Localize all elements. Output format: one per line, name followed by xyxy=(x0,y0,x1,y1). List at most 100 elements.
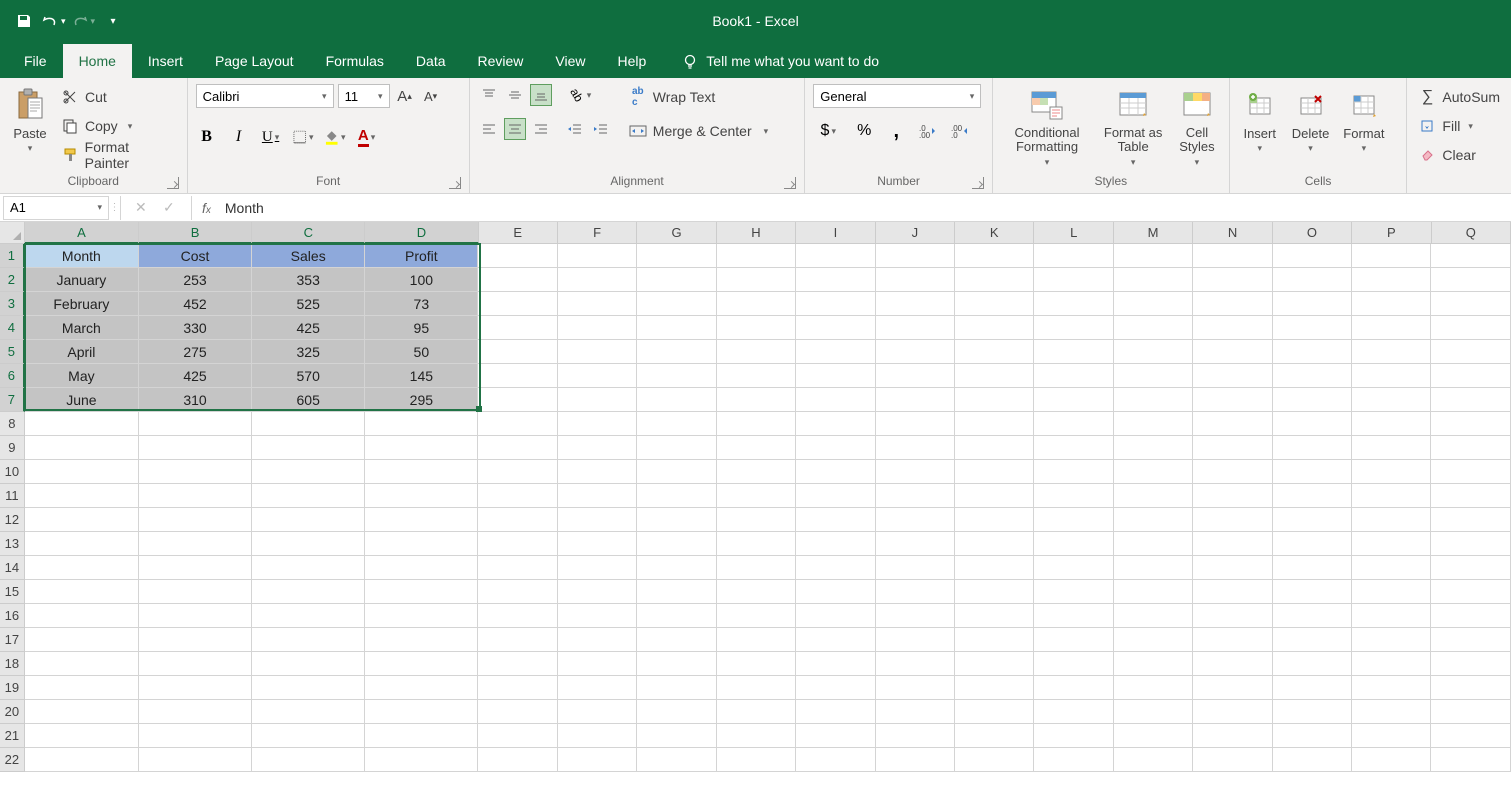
cell-D9[interactable] xyxy=(365,436,478,460)
cell-G4[interactable] xyxy=(637,316,716,340)
cell-K19[interactable] xyxy=(955,676,1034,700)
cell-A10[interactable] xyxy=(25,460,139,484)
select-all-corner[interactable] xyxy=(0,222,25,244)
cell-K1[interactable] xyxy=(955,244,1034,268)
cell-N22[interactable] xyxy=(1193,748,1272,772)
cell-A21[interactable] xyxy=(25,724,139,748)
cell-N2[interactable] xyxy=(1193,268,1272,292)
col-header-G[interactable]: G xyxy=(637,222,716,244)
cell-F2[interactable] xyxy=(558,268,637,292)
align-left-button[interactable] xyxy=(478,118,500,140)
cell-K15[interactable] xyxy=(955,580,1034,604)
cell-I13[interactable] xyxy=(796,532,875,556)
autosum-button[interactable]: ∑AutoSum xyxy=(1415,84,1503,110)
cell-A7[interactable]: June xyxy=(25,388,139,412)
tab-view[interactable]: View xyxy=(539,44,601,78)
cell-B6[interactable]: 425 xyxy=(139,364,252,388)
tab-file[interactable]: File xyxy=(8,44,63,78)
paste-button[interactable]: Paste ▾ xyxy=(8,84,52,156)
cell-F4[interactable] xyxy=(558,316,637,340)
decrease-decimal-button[interactable]: .00.0 xyxy=(949,120,971,142)
cell-O9[interactable] xyxy=(1273,436,1352,460)
cell-Q20[interactable] xyxy=(1431,700,1510,724)
cell-H13[interactable] xyxy=(717,532,796,556)
cell-F8[interactable] xyxy=(558,412,637,436)
col-header-K[interactable]: K xyxy=(955,222,1034,244)
cell-A9[interactable] xyxy=(25,436,139,460)
cell-Q1[interactable] xyxy=(1431,244,1510,268)
cell-J22[interactable] xyxy=(876,748,955,772)
cell-H7[interactable] xyxy=(717,388,796,412)
cell-I22[interactable] xyxy=(796,748,875,772)
cell-J10[interactable] xyxy=(876,460,955,484)
italic-button[interactable]: I xyxy=(228,126,250,148)
cell-E2[interactable] xyxy=(478,268,557,292)
cell-B13[interactable] xyxy=(139,532,252,556)
cell-D13[interactable] xyxy=(365,532,478,556)
cell-M3[interactable] xyxy=(1114,292,1193,316)
cell-P17[interactable] xyxy=(1352,628,1431,652)
cell-J1[interactable] xyxy=(876,244,955,268)
cell-K7[interactable] xyxy=(955,388,1034,412)
cell-A5[interactable]: April xyxy=(25,340,139,364)
cell-L1[interactable] xyxy=(1034,244,1113,268)
cell-M9[interactable] xyxy=(1114,436,1193,460)
cell-O16[interactable] xyxy=(1273,604,1352,628)
cell-F11[interactable] xyxy=(558,484,637,508)
cell-P2[interactable] xyxy=(1352,268,1431,292)
cell-E10[interactable] xyxy=(478,460,557,484)
align-center-button[interactable] xyxy=(504,118,526,140)
cell-F13[interactable] xyxy=(558,532,637,556)
cell-G12[interactable] xyxy=(637,508,716,532)
cell-C22[interactable] xyxy=(252,748,365,772)
cell-E13[interactable] xyxy=(478,532,557,556)
row-header-4[interactable]: 4 xyxy=(0,316,25,340)
cell-E14[interactable] xyxy=(478,556,557,580)
cell-L2[interactable] xyxy=(1034,268,1113,292)
cell-G8[interactable] xyxy=(637,412,716,436)
cell-M10[interactable] xyxy=(1114,460,1193,484)
cell-N20[interactable] xyxy=(1193,700,1272,724)
cell-B17[interactable] xyxy=(139,628,252,652)
cell-M17[interactable] xyxy=(1114,628,1193,652)
cell-P7[interactable] xyxy=(1352,388,1431,412)
cell-K8[interactable] xyxy=(955,412,1034,436)
border-button[interactable]: ▾ xyxy=(292,126,314,148)
cell-K21[interactable] xyxy=(955,724,1034,748)
cell-M15[interactable] xyxy=(1114,580,1193,604)
cell-M21[interactable] xyxy=(1114,724,1193,748)
cell-D7[interactable]: 295 xyxy=(365,388,478,412)
cell-J17[interactable] xyxy=(876,628,955,652)
cell-Q6[interactable] xyxy=(1431,364,1510,388)
cell-A22[interactable] xyxy=(25,748,139,772)
cell-L21[interactable] xyxy=(1034,724,1113,748)
col-header-O[interactable]: O xyxy=(1273,222,1352,244)
row-header-14[interactable]: 14 xyxy=(0,556,25,580)
comma-format-button[interactable]: , xyxy=(885,120,907,142)
cell-L12[interactable] xyxy=(1034,508,1113,532)
cell-K11[interactable] xyxy=(955,484,1034,508)
cell-E17[interactable] xyxy=(478,628,557,652)
cell-G18[interactable] xyxy=(637,652,716,676)
cell-D12[interactable] xyxy=(365,508,478,532)
cell-M7[interactable] xyxy=(1114,388,1193,412)
tab-formulas[interactable]: Formulas xyxy=(310,44,400,78)
cell-E20[interactable] xyxy=(478,700,557,724)
cell-H9[interactable] xyxy=(717,436,796,460)
cell-E6[interactable] xyxy=(478,364,557,388)
cell-I9[interactable] xyxy=(796,436,875,460)
cell-M5[interactable] xyxy=(1114,340,1193,364)
cell-B22[interactable] xyxy=(139,748,252,772)
cell-G13[interactable] xyxy=(637,532,716,556)
cell-F18[interactable] xyxy=(558,652,637,676)
cell-B21[interactable] xyxy=(139,724,252,748)
cell-H8[interactable] xyxy=(717,412,796,436)
cell-I2[interactable] xyxy=(796,268,875,292)
cell-L11[interactable] xyxy=(1034,484,1113,508)
cell-M2[interactable] xyxy=(1114,268,1193,292)
cell-F20[interactable] xyxy=(558,700,637,724)
cell-N8[interactable] xyxy=(1193,412,1272,436)
cell-H21[interactable] xyxy=(717,724,796,748)
cell-D19[interactable] xyxy=(365,676,478,700)
cell-G1[interactable] xyxy=(637,244,716,268)
